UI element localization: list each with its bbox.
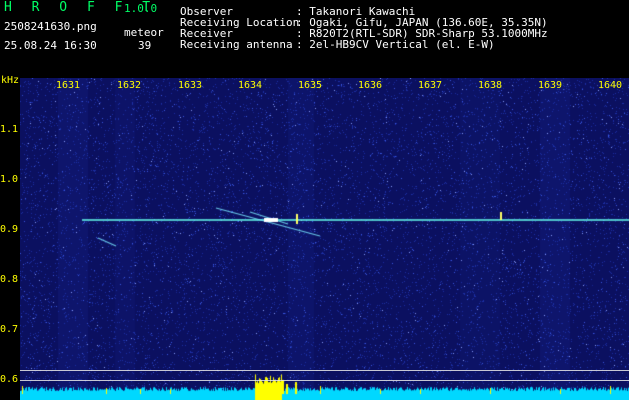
y-axis-unit: kHz [1,75,20,86]
y-tick-1-1: 1.1 [0,124,19,135]
x-tick-1632: 1632 [116,80,142,91]
antenna-label: Receiving antenna [180,38,293,51]
spectrogram-plot [20,78,629,400]
y-tick-0-7: 0.7 [0,324,19,335]
file-datetime: 25.08.24 16:30 [4,39,97,52]
x-tick-1633: 1633 [177,80,203,91]
x-tick-1637: 1637 [417,80,443,91]
antenna-value: : 2el-HB9CV Vertical (el. E-W) [296,38,495,51]
x-tick-1631: 1631 [55,80,81,91]
meteor-label: meteor [124,26,164,39]
app-version: 1.0.0 [124,2,158,15]
y-tick-1-0: 1.0 [0,174,19,185]
meteor-count: 39 [138,39,152,52]
header-panel: H R O F F T 1.0.0 2508241630.png meteor … [0,0,629,72]
x-tick-1638: 1638 [477,80,503,91]
y-tick-0-6: 0.6 [0,374,19,385]
x-tick-1636: 1636 [357,80,383,91]
gridline-upper [20,370,629,371]
spectrogram-canvas [20,78,629,400]
y-tick-0-9: 0.9 [0,224,19,235]
x-tick-1639: 1639 [537,80,563,91]
x-tick-1635: 1635 [297,80,323,91]
y-tick-0-8: 0.8 [0,274,19,285]
file-name: 2508241630.png [4,20,97,33]
gridline-lower [20,380,629,381]
x-tick-1640: 1640 [597,80,623,91]
x-tick-1634: 1634 [237,80,263,91]
